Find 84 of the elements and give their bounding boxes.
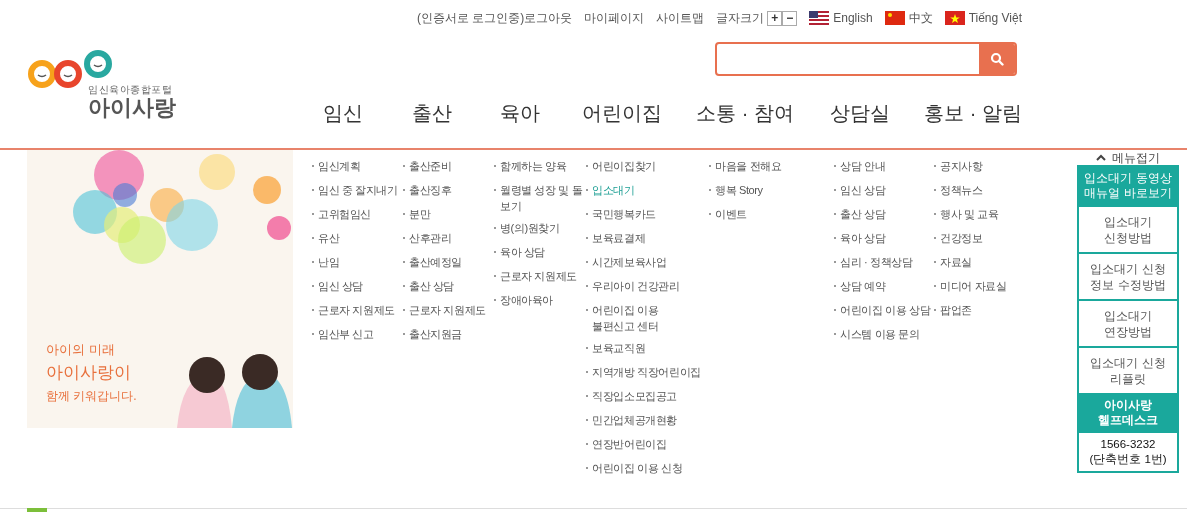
top-link[interactable]: 사이트맵 <box>656 9 705 27</box>
submenu-link[interactable]: 팝업존 <box>940 302 973 318</box>
search-icon <box>990 52 1004 66</box>
submenu-link[interactable]: 육아 상담 <box>500 244 546 260</box>
font-size-label: 글자크기 <box>716 10 765 27</box>
vietnam-flag-icon <box>944 11 965 25</box>
submenu-link[interactable]: 직장입소모집공고 <box>592 388 677 404</box>
submenu-link[interactable]: 임신 상담 <box>318 278 364 294</box>
nav-item[interactable]: 상담실 <box>808 98 912 128</box>
submenu-link[interactable]: 장애아육아 <box>500 292 553 308</box>
submenu-link[interactable]: 정책뉴스 <box>940 182 983 198</box>
caret-up-icon <box>1096 154 1106 161</box>
submenu-link[interactable]: 상담 예약 <box>840 278 886 294</box>
submenu-link[interactable]: 상담 안내 <box>840 158 886 174</box>
submenu-link[interactable]: 행사 및 교육 <box>940 206 999 222</box>
menu-collapse-button[interactable]: 메뉴접기 <box>1077 150 1179 165</box>
submenu-link[interactable]: 미디어 자료실 <box>940 278 1007 294</box>
submenu-link[interactable]: 근로자 지원제도 <box>500 268 577 284</box>
submenu-link[interactable]: 공지사항 <box>940 158 983 174</box>
font-size-button[interactable]: + <box>767 10 783 26</box>
submenu-link[interactable]: 임산부 신고 <box>318 326 374 342</box>
language-link[interactable]: Tiếng Việt <box>968 9 1022 27</box>
submenu-link[interactable]: 월령별 성장 및 돌 보기 <box>500 182 583 214</box>
banner-text: 아이사랑이 <box>46 362 132 384</box>
submenu-link[interactable]: 연장반어린이집 <box>592 436 667 452</box>
submenu-link[interactable]: 국민행복카드 <box>592 206 656 222</box>
submenu-link[interactable]: 출산 상담 <box>409 278 455 294</box>
submenu-link[interactable]: 입소대기 <box>592 182 635 198</box>
submenu-link[interactable]: 임신계획 <box>318 158 361 174</box>
submenu-link[interactable]: 보육료결제 <box>592 230 646 246</box>
submenu-link[interactable]: 임신 상담 <box>840 182 886 198</box>
submenu-link[interactable]: 고위험임신 <box>318 206 371 222</box>
submenu-link[interactable]: 시스템 이용 문의 <box>840 326 920 342</box>
submenu-link[interactable]: 자료실 <box>940 254 973 270</box>
top-link[interactable]: 마이페이지 <box>584 9 645 27</box>
us-flag-icon <box>809 11 830 25</box>
submenu-link[interactable]: 어린이집찾기 <box>592 158 656 174</box>
submenu-link[interactable]: 건강정보 <box>940 230 983 246</box>
language-link[interactable]: English <box>833 9 873 27</box>
submenu-link[interactable]: 출산지원금 <box>409 326 462 342</box>
nav-item[interactable]: 육아 <box>478 98 562 128</box>
search-button[interactable] <box>979 44 1015 74</box>
scroll-indicator <box>27 508 47 512</box>
submenu-link[interactable]: 분만 <box>409 206 431 222</box>
china-flag-icon <box>884 11 905 25</box>
banner-text: 함께 키워갑니다. <box>46 388 137 405</box>
submenu-link[interactable]: 지역개방 직장어린이집 <box>592 364 701 380</box>
submenu-link[interactable]: 어린이집 이용 상담 <box>840 302 931 318</box>
logo-subtitle: 임신육아종합포털 <box>88 84 173 96</box>
nav-item[interactable]: 임신 <box>300 98 386 128</box>
search-field[interactable] <box>715 42 1017 76</box>
language-link[interactable]: 中文 <box>908 9 933 27</box>
nav-item[interactable]: 홍보 · 알림 <box>912 98 1034 128</box>
submenu-link[interactable]: 유산 <box>318 230 340 246</box>
submenu-link[interactable]: 임신 중 잘지내기 <box>318 182 398 198</box>
submenu-link[interactable]: 근로자 지원제도 <box>409 302 486 318</box>
font-size-button[interactable]: − <box>782 10 798 26</box>
submenu-link[interactable]: 심리 · 정책상담 <box>840 254 913 270</box>
submenu-link[interactable]: 병(의)원찾기 <box>500 220 560 236</box>
submenu-link[interactable]: 시간제보육사업 <box>592 254 667 270</box>
top-link[interactable]: (인증서로 로그인중)로그아웃 <box>416 9 573 27</box>
submenu-link[interactable]: 이벤트 <box>715 206 747 222</box>
submenu-link[interactable]: 산후관리 <box>409 230 452 246</box>
submenu-link[interactable]: 우리아이 건강관리 <box>592 278 680 294</box>
nav-item[interactable]: 출산 <box>386 98 478 128</box>
submenu-link[interactable]: 출산 상담 <box>840 206 886 222</box>
submenu-link[interactable]: 출산예정일 <box>409 254 462 270</box>
logo-name: 아이사랑 <box>88 96 176 120</box>
helpdesk-label: 아이사랑 헬프데스크 <box>1079 393 1177 433</box>
submenu-link[interactable]: 근로자 지원제도 <box>318 302 395 318</box>
submenu-link[interactable]: 함께하는 양육 <box>500 158 567 174</box>
submenu-link[interactable]: 행복 Story <box>715 182 763 198</box>
submenu-link[interactable]: 민간업체공개현황 <box>592 412 677 428</box>
submenu-link[interactable]: 어린이집 이용 신청 <box>592 460 683 476</box>
submenu-link[interactable]: 어린이집 이용 불편신고 센터 <box>592 302 659 334</box>
nav-item[interactable]: 어린이집 <box>562 98 682 128</box>
submenu-link[interactable]: 보육교직원 <box>592 340 646 356</box>
submenu-link[interactable]: 난임 <box>318 254 340 270</box>
banner-text: 아이의 미래 <box>46 341 116 359</box>
submenu-link[interactable]: 출산준비 <box>409 158 452 174</box>
nav-item[interactable]: 소통 · 참여 <box>682 98 808 128</box>
submenu-link[interactable]: 육아 상담 <box>840 230 886 246</box>
submenu-link[interactable]: 마음을 전해요 <box>715 158 782 174</box>
submenu-link[interactable]: 출산징후 <box>409 182 452 198</box>
